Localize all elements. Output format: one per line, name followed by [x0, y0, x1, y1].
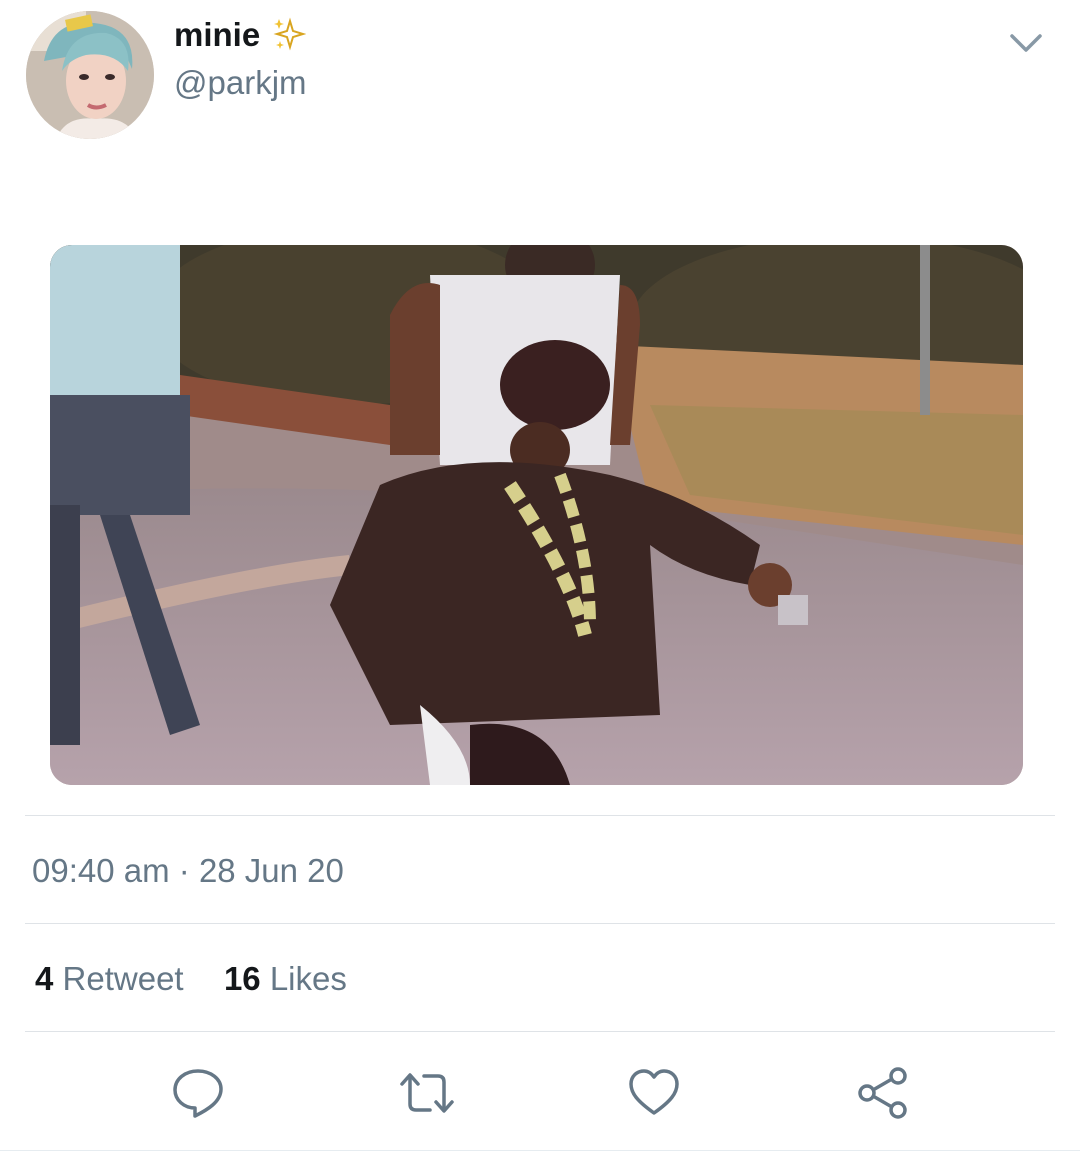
likes-stat[interactable]: 16 Likes	[215, 960, 347, 997]
likes-label: Likes	[269, 960, 347, 997]
retweet-icon	[400, 1073, 454, 1113]
likes-count: 16	[223, 960, 261, 997]
divider	[25, 815, 1055, 816]
display-name-text: minie	[174, 16, 261, 53]
user-handle[interactable]: @parkjm	[174, 64, 307, 102]
tweet-stats: 4 Retweet 16 Likes	[35, 960, 347, 998]
display-name[interactable]: minie	[174, 16, 307, 54]
tweet-date: 28 Jun 20	[198, 852, 344, 889]
sparkles-icon	[270, 17, 307, 53]
avatar[interactable]	[26, 11, 154, 139]
share-icon	[858, 1067, 907, 1119]
reply-icon	[173, 1069, 223, 1118]
retweet-count: 4	[35, 960, 54, 997]
divider	[25, 1031, 1055, 1032]
retweet-stat[interactable]: 4 Retweet	[35, 960, 193, 997]
timestamp-separator: ·	[178, 852, 190, 889]
tweet-time: 09:40 am	[32, 852, 170, 889]
like-icon	[629, 1069, 679, 1115]
like-button[interactable]	[627, 1066, 681, 1120]
retweet-button[interactable]	[398, 1066, 454, 1120]
share-button[interactable]	[856, 1066, 910, 1120]
chevron-down-icon[interactable]	[1006, 28, 1046, 56]
divider	[0, 1150, 1080, 1151]
tweet-timestamp[interactable]: 09:40 am · 28 Jun 20	[32, 852, 344, 890]
divider	[25, 923, 1055, 924]
reply-button[interactable]	[171, 1066, 225, 1120]
retweet-label: Retweet	[62, 960, 184, 997]
tweet-photo[interactable]	[50, 245, 1023, 785]
